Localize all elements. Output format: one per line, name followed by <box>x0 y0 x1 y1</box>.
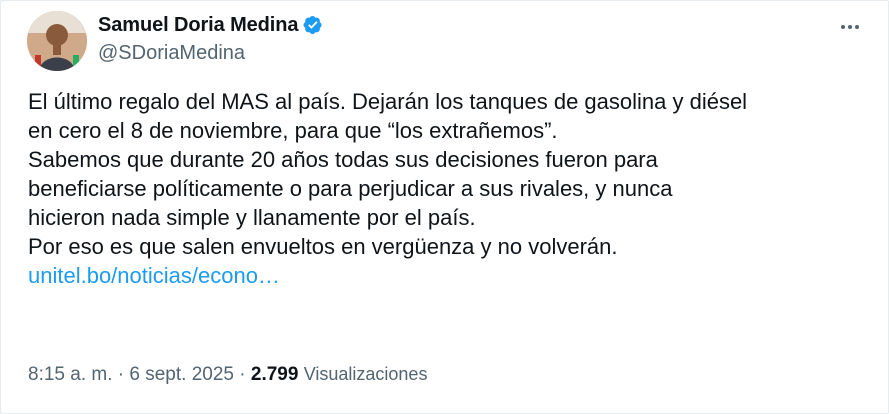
more-horizontal-icon <box>848 25 852 29</box>
views-label[interactable]: Visualizaciones <box>304 364 428 384</box>
tweet-time[interactable]: 8:15 a. m. <box>28 364 113 385</box>
tweet-line: El último regalo del MAS al país. Dejará… <box>28 89 748 114</box>
tweet-text: El último regalo del MAS al país. Dejará… <box>28 87 868 290</box>
more-horizontal-icon <box>841 25 845 29</box>
tweet-header: Samuel Doria Medina @SDoriaMedina <box>27 11 868 71</box>
avatar-image <box>27 11 87 71</box>
name-row: Samuel Doria Medina <box>98 11 323 39</box>
tweet-line: Por eso es que salen envueltos en vergüe… <box>28 234 618 259</box>
meta-separator: · <box>239 364 246 385</box>
tweet-date[interactable]: 6 sept. 2025 <box>129 364 234 385</box>
tweet-link[interactable]: unitel.bo/noticias/econo… <box>28 263 280 288</box>
views-count[interactable]: 2.799 <box>251 364 299 385</box>
author-info: Samuel Doria Medina @SDoriaMedina <box>98 11 323 65</box>
tweet-line: Sabemos que durante 20 años todas sus de… <box>28 147 658 172</box>
avatar[interactable] <box>27 11 87 71</box>
more-horizontal-icon <box>855 25 859 29</box>
tweet-meta: 8:15 a. m. · 6 sept. 2025 · 2.799 Visual… <box>28 364 427 386</box>
tweet-card: Samuel Doria Medina @SDoriaMedina El últ… <box>0 0 889 414</box>
meta-separator: · <box>117 364 125 385</box>
tweet-line: hicieron nada simple y llanamente por el… <box>28 205 476 230</box>
author-handle[interactable]: @SDoriaMedina <box>98 42 323 65</box>
verified-badge-icon[interactable] <box>303 15 323 35</box>
tweet-line: beneficiarse políticamente o para perjud… <box>28 176 673 201</box>
tweet-line: en cero el 8 de noviembre, para que “los… <box>28 118 558 143</box>
more-options-button[interactable] <box>832 13 868 41</box>
author-display-name[interactable]: Samuel Doria Medina <box>98 14 298 37</box>
